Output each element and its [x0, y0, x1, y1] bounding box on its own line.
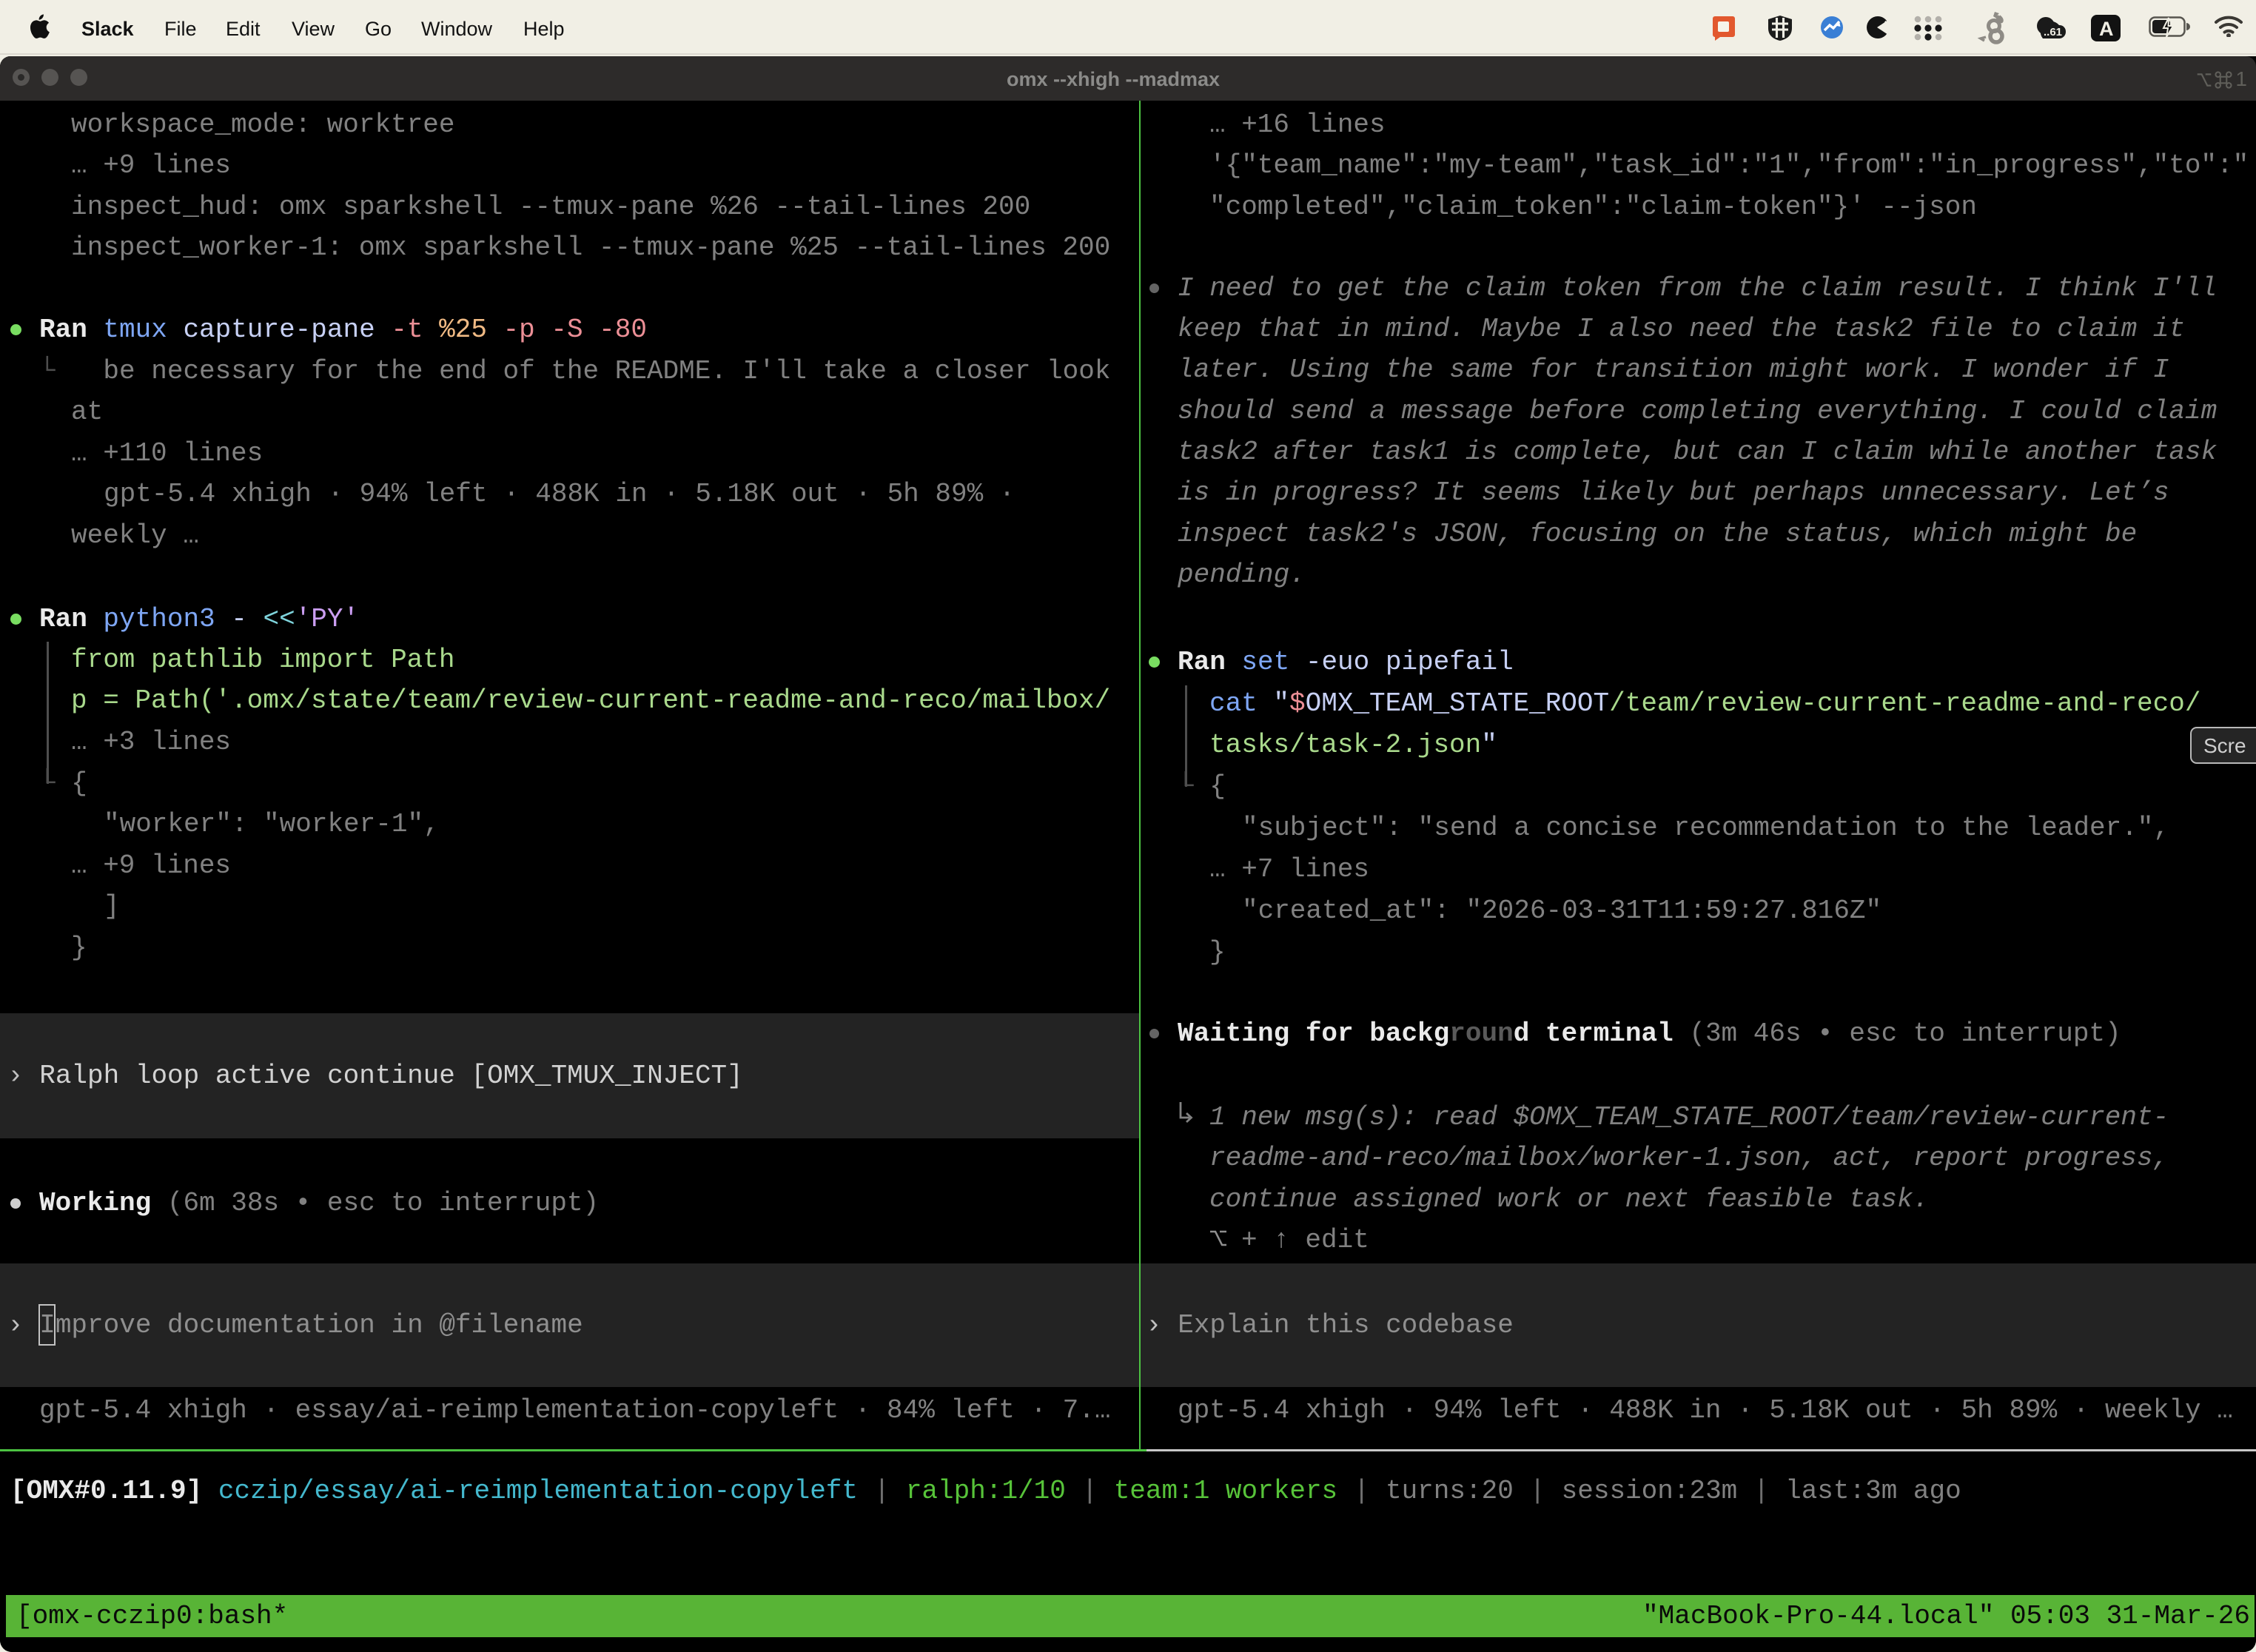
svg-text:..61: ..61 — [2044, 26, 2062, 38]
svg-text:A: A — [2099, 18, 2114, 40]
